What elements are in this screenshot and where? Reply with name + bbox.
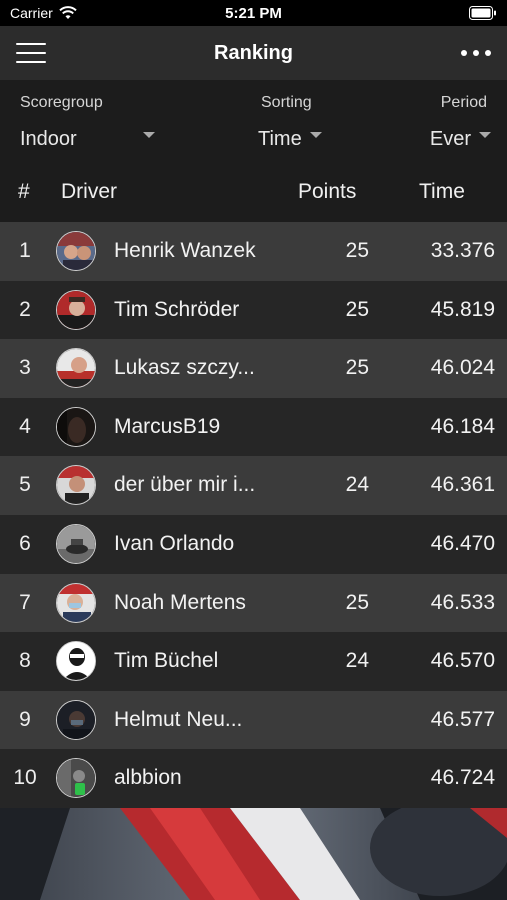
scoregroup-select[interactable]: Indoor — [20, 128, 155, 151]
table-row[interactable]: 6 Ivan Orlando 46.470 — [0, 514, 507, 574]
header-driver: Driver — [61, 180, 117, 203]
default-user-icon — [57, 642, 95, 681]
status-time: 5:21 PM — [225, 4, 282, 22]
driver-time: 46.470 — [430, 531, 495, 555]
row-rank: 5 — [19, 473, 31, 497]
table-row[interactable]: 1 Henrik Wanzek 25 33.376 — [0, 222, 507, 281]
avatar — [56, 231, 96, 271]
chevron-down-icon — [309, 131, 322, 138]
driver-points: 24 — [345, 473, 369, 497]
filters-bar: Scoregroup Sorting Period Indoor Time Ev… — [0, 80, 507, 164]
avatar — [56, 582, 96, 623]
page-title: Ranking — [214, 41, 293, 64]
driver-name: Tim Büchel — [114, 649, 219, 673]
chevron-down-icon — [479, 131, 491, 138]
row-rank: 3 — [19, 356, 31, 380]
driver-time: 33.376 — [430, 239, 495, 262]
background-photo — [0, 808, 507, 900]
driver-points: 25 — [345, 590, 369, 614]
driver-points: 25 — [345, 297, 369, 321]
chevron-down-icon — [143, 131, 155, 138]
driver-name: Henrik Wanzek — [114, 239, 256, 262]
driver-time: 46.361 — [430, 473, 495, 497]
avatar — [56, 641, 96, 682]
sorting-value: Time — [258, 128, 302, 150]
table-row[interactable]: 4 MarcusB19 46.184 — [0, 397, 507, 457]
driver-time: 46.570 — [430, 649, 495, 673]
row-rank: 1 — [19, 239, 31, 262]
scoregroup-value: Indoor — [20, 128, 77, 150]
avatar — [56, 348, 96, 389]
driver-name: Tim Schröder — [114, 297, 240, 321]
driver-name: Lukasz szczy... — [114, 356, 255, 380]
row-rank: 2 — [19, 297, 31, 321]
period-select[interactable]: Ever — [430, 128, 491, 151]
row-rank: 6 — [19, 531, 31, 555]
avatar — [56, 758, 96, 799]
battery-icon — [469, 6, 496, 20]
ranking-list: 1 Henrik Wanzek 25 33.376 2 Tim Schröder… — [0, 222, 507, 808]
driver-name: Helmut Neu... — [114, 707, 243, 731]
status-bar: Carrier 5:21 PM — [0, 0, 507, 26]
table-row[interactable]: 3 Lukasz szczy... 25 46.024 — [0, 339, 507, 398]
period-label: Period — [440, 94, 487, 111]
driver-points: 24 — [345, 649, 369, 673]
sorting-label: Sorting — [261, 94, 312, 111]
driver-name: MarcusB19 — [114, 414, 221, 438]
driver-name: der über mir i... — [114, 473, 256, 497]
driver-time: 46.024 — [430, 356, 495, 380]
avatar — [56, 699, 96, 740]
avatar — [56, 465, 96, 506]
avatar — [56, 406, 96, 447]
table-row[interactable]: 9 Helmut Neu... 46.577 — [0, 690, 507, 750]
scoregroup-label: Scoregroup — [20, 94, 103, 111]
table-row[interactable]: 7 Noah Mertens 25 46.533 — [0, 573, 507, 633]
driver-points: 25 — [345, 239, 369, 262]
menu-icon[interactable] — [16, 43, 46, 63]
status-left: Carrier — [10, 5, 180, 21]
driver-time: 46.724 — [430, 766, 495, 790]
table-row[interactable]: 2 Tim Schröder 25 45.819 — [0, 280, 507, 340]
nav-bar: Ranking — [0, 26, 507, 80]
status-right — [327, 6, 497, 20]
row-rank: 8 — [19, 649, 31, 673]
driver-name: Ivan Orlando — [114, 531, 235, 555]
table-header: # Driver Points Time — [0, 164, 507, 222]
driver-points: 25 — [345, 356, 369, 380]
row-rank: 4 — [19, 414, 31, 438]
row-rank: 7 — [19, 590, 31, 614]
row-rank: 10 — [13, 766, 37, 790]
table-row[interactable]: 5 der über mir i... 24 46.361 — [0, 456, 507, 515]
header-points[interactable]: Points — [298, 180, 356, 204]
sorting-select[interactable]: Time — [258, 128, 322, 151]
driver-name: Noah Mertens — [114, 590, 246, 614]
table-row[interactable]: 8 Tim Büchel 24 46.570 — [0, 632, 507, 691]
table-row[interactable]: 10 albbion 46.724 — [0, 749, 507, 808]
more-options-icon[interactable] — [461, 42, 491, 64]
carrier-label: Carrier — [10, 5, 53, 21]
wifi-icon — [59, 6, 77, 19]
row-rank: 9 — [19, 707, 31, 731]
driver-time: 46.184 — [430, 414, 495, 438]
header-time[interactable]: Time — [419, 180, 465, 204]
driver-time: 46.577 — [430, 707, 495, 731]
driver-time: 46.533 — [430, 590, 495, 614]
driver-name: albbion — [114, 766, 182, 790]
period-value: Ever — [429, 128, 471, 150]
driver-time: 45.819 — [430, 297, 495, 321]
header-rank: # — [18, 180, 30, 203]
avatar — [56, 523, 96, 564]
avatar — [56, 289, 96, 330]
